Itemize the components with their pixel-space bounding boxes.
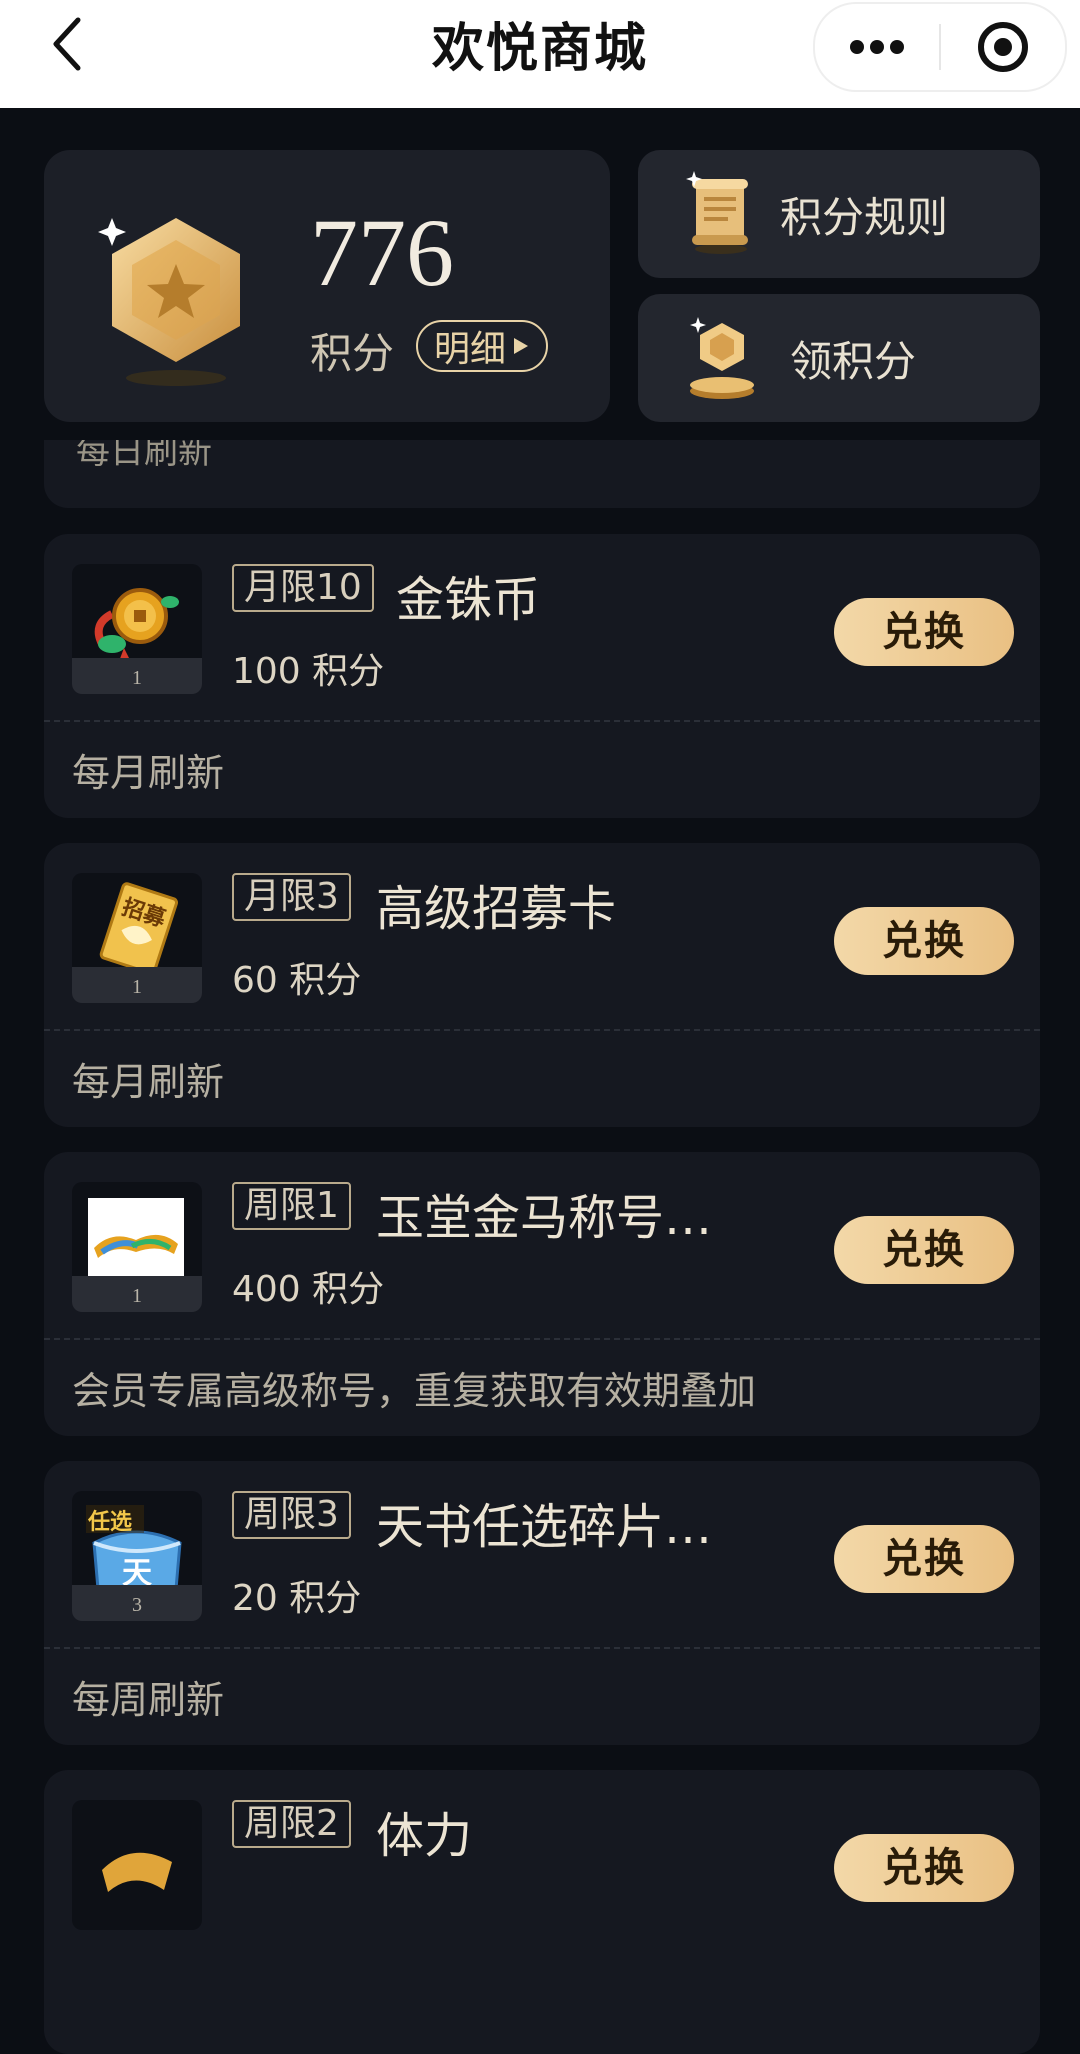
item-name: 天书任选碎片… (376, 1499, 713, 1555)
item-description: 会员专属高级称号，重复获取有效期叠加 (72, 1369, 757, 1413)
list-item-partial: 每日刷新 (44, 440, 1040, 508)
divider (44, 720, 1040, 722)
item-thumbnail: 招募 1 (72, 873, 202, 1003)
item-name: 金铢币 (396, 572, 541, 628)
shop-item-card: 天 任选 3 周限3 天书任选碎片… 20 积分 兑换 每周刷新 (44, 1461, 1040, 1745)
scroll-icon (686, 171, 748, 254)
refresh-note: 每月刷新 (72, 751, 225, 795)
top-nav-bar: 欢悦商城 (0, 0, 1080, 108)
shop-item-card: 1 周限1 玉堂金马称号… 400 积分 兑换 会员专属高级称号，重复获取有效期… (44, 1152, 1040, 1436)
points-value: 776 (310, 199, 454, 306)
divider (44, 1029, 1040, 1031)
divider (44, 1338, 1040, 1340)
item-count: 3 (72, 1585, 202, 1621)
exchange-button[interactable]: 兑换 (834, 1834, 1014, 1902)
detail-label: 明细 (434, 329, 507, 370)
earn-points-label: 领积分 (790, 336, 917, 386)
refresh-note: 每日刷新 (76, 440, 212, 472)
points-rules-label: 积分规则 (780, 192, 949, 242)
item-cost: 20 积分 (232, 1578, 362, 1619)
item-cost: 60 积分 (232, 960, 362, 1001)
item-thumbnail: 1 (72, 564, 202, 694)
points-rules-button[interactable]: 积分规则 (638, 150, 1040, 278)
target-circle-icon (978, 22, 1028, 72)
limit-tag: 周限2 (232, 1800, 351, 1848)
more-dots-icon (850, 40, 904, 54)
item-count: 1 (72, 967, 202, 1003)
item-thumbnail: 天 任选 3 (72, 1491, 202, 1621)
limit-tag: 月限10 (232, 564, 374, 612)
more-button[interactable] (815, 4, 939, 90)
shop-item-card: 1 月限10 金铢币 100 积分 兑换 每月刷新 (44, 534, 1040, 818)
limit-tag: 月限3 (232, 873, 351, 921)
limit-tag: 周限3 (232, 1491, 351, 1539)
item-thumbnail (72, 1800, 202, 1930)
shop-item-card: 招募 1 月限3 高级招募卡 60 积分 兑换 每月刷新 (44, 843, 1040, 1127)
chest-tag-text: 任选 (87, 1509, 132, 1535)
item-count: 1 (72, 658, 202, 694)
points-summary-card: 776 积分 明细 (44, 150, 610, 422)
refresh-note: 每周刷新 (72, 1678, 225, 1722)
exchange-button[interactable]: 兑换 (834, 907, 1014, 975)
mini-program-capsule (813, 2, 1067, 92)
exchange-button[interactable]: 兑换 (834, 1216, 1014, 1284)
points-detail-button[interactable]: 明细 (416, 320, 549, 372)
stamina-icon (102, 1852, 172, 1892)
shop-item-card: 周限2 体力 兑换 (44, 1770, 1040, 2054)
item-name: 玉堂金马称号… (376, 1190, 713, 1246)
exchange-button[interactable]: 兑换 (834, 1525, 1014, 1593)
exchange-button[interactable]: 兑换 (834, 598, 1014, 666)
item-cost: 100 积分 (232, 651, 385, 692)
close-mini-program-button[interactable] (941, 4, 1065, 90)
points-label: 积分 (310, 329, 395, 378)
points-coin-icon (98, 198, 248, 388)
item-cost: 400 积分 (232, 1269, 385, 1310)
item-name: 体力 (376, 1808, 473, 1864)
coin-pedestal-icon (690, 317, 754, 399)
play-triangle-icon (514, 338, 529, 354)
item-name: 高级招募卡 (376, 881, 617, 937)
limit-tag: 周限1 (232, 1182, 351, 1230)
divider (44, 1647, 1040, 1649)
item-thumbnail: 1 (72, 1182, 202, 1312)
earn-points-button[interactable]: 领积分 (638, 294, 1040, 422)
item-count: 1 (72, 1276, 202, 1312)
refresh-note: 每月刷新 (72, 1060, 225, 1104)
